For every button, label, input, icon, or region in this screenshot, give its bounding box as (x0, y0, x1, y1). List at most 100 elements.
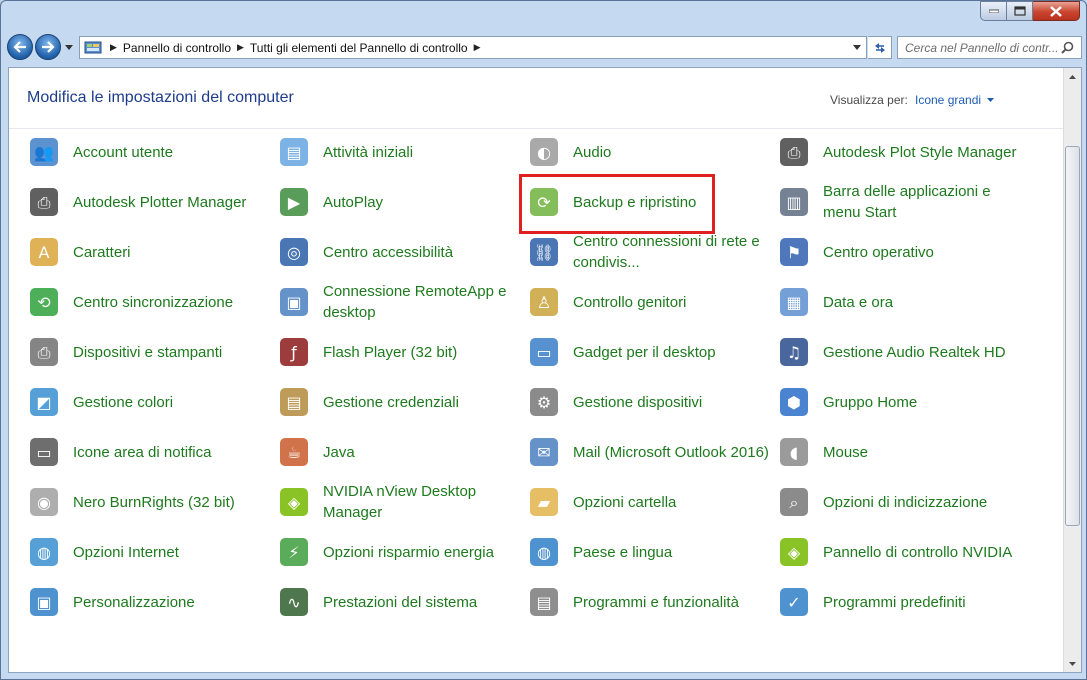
control-panel-item[interactable]: ⎙ Dispositivi e stampanti (27, 330, 272, 374)
item-label[interactable]: Icone area di notifica (73, 442, 211, 463)
control-panel-item[interactable]: ▣ Connessione RemoteApp e desktop (277, 280, 522, 324)
item-label[interactable]: Gestione Audio Realtek HD (823, 342, 1006, 363)
control-panel-item[interactable]: ♙ Controllo genitori (527, 280, 772, 324)
forward-button[interactable] (35, 34, 61, 60)
item-label[interactable]: Opzioni cartella (573, 492, 676, 513)
address-bar[interactable]: ▶ Pannello di controllo ▶ Tutti gli elem… (79, 36, 867, 59)
item-label[interactable]: Gestione dispositivi (573, 392, 702, 413)
control-panel-item[interactable]: ◩ Gestione colori (27, 380, 272, 424)
control-panel-item[interactable]: ◈ Pannello di controllo NVIDIA (777, 530, 1022, 574)
control-panel-item[interactable]: ▤ Gestione credenziali (277, 380, 522, 424)
scroll-down-button[interactable] (1064, 655, 1081, 672)
back-button[interactable] (7, 34, 33, 60)
item-label[interactable]: Gestione colori (73, 392, 173, 413)
item-label[interactable]: Centro sincronizzazione (73, 292, 233, 313)
breadcrumb-control-panel[interactable]: Pannello di controllo (123, 41, 231, 55)
maximize-button[interactable] (1007, 1, 1033, 21)
refresh-button[interactable] (868, 36, 892, 59)
control-panel-item[interactable]: ◐ Audio (527, 130, 772, 174)
control-panel-item[interactable]: ⛓ Centro connessioni di rete e condivis..… (527, 230, 772, 274)
item-label[interactable]: Autodesk Plot Style Manager (823, 142, 1016, 163)
item-label[interactable]: NVIDIA nView Desktop Manager (323, 481, 522, 523)
item-label[interactable]: Flash Player (32 bit) (323, 342, 457, 363)
control-panel-item[interactable]: ♫ Gestione Audio Realtek HD (777, 330, 1022, 374)
control-panel-item[interactable]: ✉ Mail (Microsoft Outlook 2016) (527, 430, 772, 474)
item-label[interactable]: Personalizzazione (73, 592, 195, 613)
vertical-scrollbar[interactable] (1063, 68, 1081, 672)
item-label[interactable]: Gruppo Home (823, 392, 917, 413)
control-panel-item[interactable]: ▣ Personalizzazione (27, 580, 272, 624)
item-label[interactable]: Paese e lingua (573, 542, 672, 563)
view-by-dropdown[interactable]: Icone grandi (915, 93, 995, 107)
close-button[interactable] (1033, 1, 1080, 21)
control-panel-item[interactable]: ▦ Data e ora (777, 280, 1022, 324)
search-button[interactable] (1058, 41, 1076, 54)
control-panel-item[interactable]: ⬢ Gruppo Home (777, 380, 1022, 424)
control-panel-item[interactable]: ▥ Barra delle applicazioni e menu Start (777, 180, 1022, 224)
breadcrumb-separator-icon[interactable]: ▶ (237, 43, 244, 53)
item-label[interactable]: Java (323, 442, 355, 463)
minimize-button[interactable] (980, 1, 1007, 21)
item-label[interactable]: Opzioni Internet (73, 542, 179, 563)
item-label[interactable]: Attività iniziali (323, 142, 413, 163)
item-label[interactable]: Pannello di controllo NVIDIA (823, 542, 1012, 563)
item-label[interactable]: Opzioni risparmio energia (323, 542, 494, 563)
control-panel-item[interactable]: ⎙ Autodesk Plotter Manager (27, 180, 272, 224)
item-label[interactable]: Prestazioni del sistema (323, 592, 477, 613)
item-label[interactable]: Nero BurnRights (32 bit) (73, 492, 235, 513)
item-label[interactable]: Mouse (823, 442, 868, 463)
control-panel-item[interactable]: ▰ Opzioni cartella (527, 480, 772, 524)
scrollbar-thumb[interactable] (1065, 146, 1080, 526)
control-panel-item[interactable]: ▭ Icone area di notifica (27, 430, 272, 474)
scroll-up-button[interactable] (1064, 68, 1081, 85)
control-panel-item[interactable]: ⚑ Centro operativo (777, 230, 1022, 274)
control-panel-item[interactable]: ◍ Opzioni Internet (27, 530, 272, 574)
address-history-dropdown[interactable] (848, 37, 866, 58)
item-label[interactable]: Data e ora (823, 292, 893, 313)
item-label[interactable]: Opzioni di indicizzazione (823, 492, 987, 513)
control-panel-item[interactable]: ƒ Flash Player (32 bit) (277, 330, 522, 374)
item-label[interactable]: Caratteri (73, 242, 131, 263)
breadcrumb-all-items[interactable]: Tutti gli elementi del Pannello di contr… (250, 41, 468, 55)
control-panel-item[interactable]: ◈ NVIDIA nView Desktop Manager (277, 480, 522, 524)
control-panel-item[interactable]: ⚡ Opzioni risparmio energia (277, 530, 522, 574)
view-by-value[interactable]: Icone grandi (915, 93, 981, 107)
control-panel-item[interactable]: A Caratteri (27, 230, 272, 274)
control-panel-item[interactable]: ▭ Gadget per il desktop (527, 330, 772, 374)
recent-pages-dropdown[interactable] (63, 44, 75, 50)
control-panel-item[interactable]: ⌕ Opzioni di indicizzazione (777, 480, 1022, 524)
control-panel-item[interactable]: ⟲ Centro sincronizzazione (27, 280, 272, 324)
item-label[interactable]: Gadget per il desktop (573, 342, 716, 363)
item-label[interactable]: Programmi predefiniti (823, 592, 966, 613)
control-panel-item[interactable]: ⚙ Gestione dispositivi (527, 380, 772, 424)
control-panel-item[interactable]: ⎙ Autodesk Plot Style Manager (777, 130, 1022, 174)
item-label[interactable]: Controllo genitori (573, 292, 686, 313)
item-label[interactable]: Gestione credenziali (323, 392, 459, 413)
item-label[interactable]: Centro accessibilità (323, 242, 453, 263)
item-label[interactable]: Centro operativo (823, 242, 934, 263)
item-label[interactable]: Account utente (73, 142, 173, 163)
control-panel-item[interactable]: 👥 Account utente (27, 130, 272, 174)
control-panel-item[interactable]: ▤ Programmi e funzionalità (527, 580, 772, 624)
control-panel-item[interactable]: ∿ Prestazioni del sistema (277, 580, 522, 624)
item-label[interactable]: Connessione RemoteApp e desktop (323, 281, 522, 323)
item-label[interactable]: Centro connessioni di rete e condivis... (573, 231, 772, 273)
control-panel-item[interactable]: ☕ Java (277, 430, 522, 474)
item-label[interactable]: AutoPlay (323, 192, 383, 213)
control-panel-item[interactable]: ◎ Centro accessibilità (277, 230, 522, 274)
item-label[interactable]: Mail (Microsoft Outlook 2016) (573, 442, 769, 463)
search-input[interactable] (898, 38, 1058, 57)
control-panel-item[interactable]: ▶ AutoPlay (277, 180, 522, 224)
item-label[interactable]: Autodesk Plotter Manager (73, 192, 246, 213)
item-label[interactable]: Programmi e funzionalità (573, 592, 739, 613)
control-panel-item[interactable]: ✓ Programmi predefiniti (777, 580, 1022, 624)
control-panel-item[interactable]: ◉ Nero BurnRights (32 bit) (27, 480, 272, 524)
taskbar-icon: ▥ (777, 185, 811, 219)
item-label[interactable]: Barra delle applicazioni e menu Start (823, 181, 1022, 223)
item-label[interactable]: Audio (573, 142, 611, 163)
breadcrumb-separator-icon[interactable]: ▶ (474, 43, 481, 53)
control-panel-item[interactable]: ◍ Paese e lingua (527, 530, 772, 574)
control-panel-item[interactable]: ▤ Attività iniziali (277, 130, 522, 174)
control-panel-item[interactable]: ◖ Mouse (777, 430, 1022, 474)
item-label[interactable]: Dispositivi e stampanti (73, 342, 222, 363)
